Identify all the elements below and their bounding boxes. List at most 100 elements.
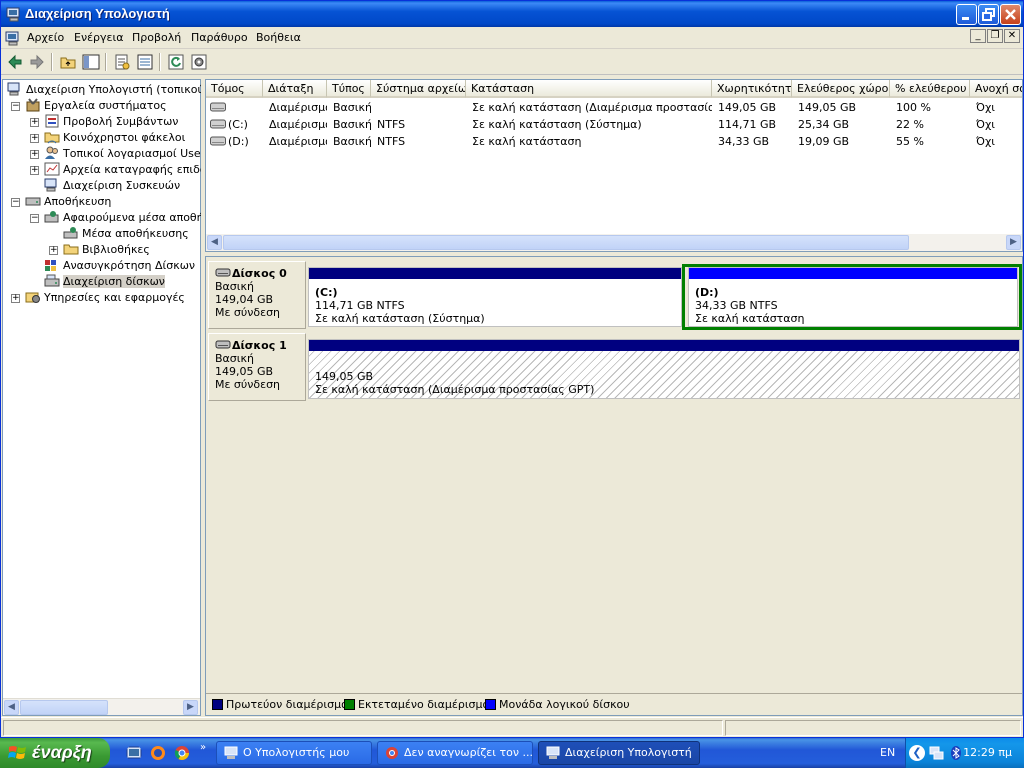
clock[interactable]: 12:29 πμ (963, 746, 1012, 759)
disk-1-label[interactable]: Δίσκος 1 Βασική 149,05 GB Με σύνδεση (208, 333, 306, 401)
task-label: Διαχείριση Υπολογιστή (565, 746, 692, 759)
column-header-type[interactable]: Τύπος (327, 80, 371, 98)
column-header-percent-free[interactable]: % ελεύθερου (890, 80, 970, 98)
tree-item-defragmenter[interactable]: Ανασυγκρότηση Δίσκων (44, 258, 195, 274)
tree-item-local-users[interactable]: Τοπικοί λογαριασμοί Users κ (44, 146, 221, 162)
task-computer-management[interactable]: Διαχείριση Υπολογιστή (538, 741, 700, 765)
window-title: Διαχείριση Υπολογιστή (25, 6, 170, 21)
mdi-restore-button[interactable]: ❐ (987, 29, 1003, 43)
bluetooth-icon[interactable] (948, 745, 964, 761)
mdi-close-button[interactable]: ✕ (1004, 29, 1020, 43)
tree-label: Αποθήκευση (44, 195, 112, 208)
collapse-icon[interactable]: − (30, 214, 39, 223)
forward-arrow-icon[interactable] (28, 53, 46, 71)
scroll-thumb[interactable] (223, 235, 909, 250)
expand-icon[interactable]: + (30, 118, 39, 127)
expand-icon[interactable]: + (30, 134, 39, 143)
task-my-computer[interactable]: Ο Υπολογιστής μου (216, 741, 372, 765)
tree-item-performance-logs[interactable]: Αρχεία καταγραφής επιδόσε (44, 162, 219, 178)
shared-folder-icon (44, 132, 60, 144)
disk-0-label[interactable]: Δίσκος 0 Βασική 149,04 GB Με σύνδεση (208, 261, 306, 329)
column-header-file-system[interactable]: Σύστημα αρχείων (371, 80, 466, 98)
partition-c[interactable]: (C:) 114,71 GB NTFS Σε καλή κατάσταση (Σ… (308, 267, 682, 327)
firefox-icon[interactable] (150, 745, 166, 761)
menu-view[interactable]: Προβολή (132, 31, 181, 44)
tree-item-libraries[interactable]: Βιβλιοθήκες (63, 242, 150, 258)
mmc-icon[interactable] (5, 30, 21, 46)
expand-icon[interactable]: + (11, 294, 20, 303)
partition-name: (C:) (315, 286, 338, 299)
menu-help[interactable]: Βοήθεια (256, 31, 301, 44)
chrome-icon[interactable] (174, 745, 190, 761)
settings-icon[interactable] (190, 53, 208, 71)
task-chrome-page[interactable]: Δεν αναγνωρίζει τον ... (377, 741, 533, 765)
expand-icon[interactable]: + (30, 150, 39, 159)
column-header-free-space[interactable]: Ελεύθερος χώρος (792, 80, 890, 98)
network-icon[interactable] (928, 745, 944, 761)
expand-icon[interactable]: + (49, 246, 58, 255)
volume-list[interactable]: Τόμος Διάταξη Τύπος Σύστημα αρχείων Κατά… (205, 79, 1023, 252)
restore-icon (982, 8, 995, 21)
collapse-icon[interactable]: − (11, 198, 20, 207)
scroll-thumb[interactable] (20, 700, 108, 715)
up-folder-icon[interactable] (59, 53, 77, 71)
media-icon (63, 227, 78, 239)
expand-icon[interactable]: + (30, 166, 39, 175)
collapse-icon[interactable]: − (11, 102, 20, 111)
volume-list-horizontal-scrollbar[interactable]: ◀ ▶ (206, 234, 1022, 251)
minimize-icon: _ (975, 30, 981, 41)
tree-label: Αφαιρούμενα μέσα αποθήκε (63, 211, 217, 224)
menu-window[interactable]: Παράθυρο (191, 31, 248, 44)
export-list-icon[interactable] (136, 53, 154, 71)
tree-item-system-tools[interactable]: Εργαλεία συστήματος (25, 98, 167, 114)
menu-file[interactable]: Αρχείο (27, 31, 64, 44)
tree-item-shared-folders[interactable]: Κοινόχρηστοι φάκελοι (44, 130, 185, 146)
tree-item-services-apps[interactable]: Υπηρεσίες και εφαρμογές (25, 290, 185, 306)
scroll-left-icon[interactable]: ◀ (207, 235, 222, 250)
close-button[interactable] (1000, 4, 1021, 25)
tree-item-event-viewer[interactable]: Προβολή Συμβάντων (44, 114, 178, 130)
partition-gpt-protective[interactable]: 149,05 GB Σε καλή κατάσταση (Διαμέρισμα … (308, 339, 1020, 399)
column-header-layout[interactable]: Διάταξη (263, 80, 327, 98)
tray-collapse-icon[interactable]: ❮ (909, 745, 925, 761)
column-header-volume[interactable]: Τόμος (206, 80, 263, 98)
mdi-minimize-button[interactable]: _ (970, 29, 986, 43)
column-header-capacity[interactable]: Χωρητικότητα (712, 80, 792, 98)
tree-item-removable-storage[interactable]: Αφαιρούμενα μέσα αποθήκε (44, 210, 216, 226)
scroll-left-icon[interactable]: ◀ (4, 700, 19, 715)
disk-graphical-view[interactable]: Δίσκος 0 Βασική 149,04 GB Με σύνδεση (C:… (205, 256, 1023, 716)
cell-free-space: 25,34 GB (798, 118, 850, 131)
console-tree[interactable]: Διαχείριση Υπολογιστή (τοπικού) − Εργαλε… (2, 79, 221, 716)
cell-percent-free: 55 % (896, 135, 924, 148)
minimize-button[interactable] (956, 4, 977, 25)
language-indicator[interactable]: EN (880, 746, 895, 759)
quick-launch-overflow-icon[interactable]: » (200, 742, 206, 753)
tree-item-storage[interactable]: Αποθήκευση (25, 194, 111, 210)
show-hide-tree-icon[interactable] (82, 53, 100, 71)
tree-item-device-manager[interactable]: Διαχείριση Συσκευών (44, 178, 180, 194)
column-header-fault-tolerance[interactable]: Ανοχή σφ (970, 80, 1022, 98)
restore-button[interactable] (978, 4, 999, 25)
computer-icon (7, 82, 20, 96)
defragmenter-icon (45, 260, 56, 271)
back-arrow-icon[interactable] (6, 53, 24, 71)
refresh-icon[interactable] (167, 53, 185, 71)
partition-name: (D:) (695, 286, 719, 299)
tree-item-media[interactable]: Μέσα αποθήκευσης (63, 226, 189, 242)
title-bar[interactable]: Διαχείριση Υπολογιστή (1, 1, 1023, 27)
column-header-status[interactable]: Κατάσταση (466, 80, 712, 98)
my-computer-icon (224, 746, 238, 759)
legend-label: Εκτεταμένο διαμέρισμα (358, 698, 490, 711)
scroll-right-icon[interactable]: ▶ (183, 700, 198, 715)
tree-horizontal-scrollbar[interactable]: ◀ ▶ (3, 698, 200, 715)
tree-item-root[interactable]: Διαχείριση Υπολογιστή (τοπικού) (7, 82, 208, 98)
properties-icon[interactable] (113, 53, 131, 71)
show-desktop-icon[interactable] (126, 745, 142, 761)
tree-label: Διαχείριση Υπολογιστή (τοπικού) (26, 83, 209, 96)
cell-file-system: NTFS (377, 135, 406, 148)
tree-item-disk-management[interactable]: Διαχείριση δίσκων (44, 274, 165, 290)
menu-action[interactable]: Ενέργεια (74, 31, 123, 44)
start-button[interactable]: έναρξη (0, 738, 110, 768)
scroll-right-icon[interactable]: ▶ (1006, 235, 1021, 250)
partition-d[interactable]: (D:) 34,33 GB NTFS Σε καλή κατάσταση (688, 267, 1018, 327)
